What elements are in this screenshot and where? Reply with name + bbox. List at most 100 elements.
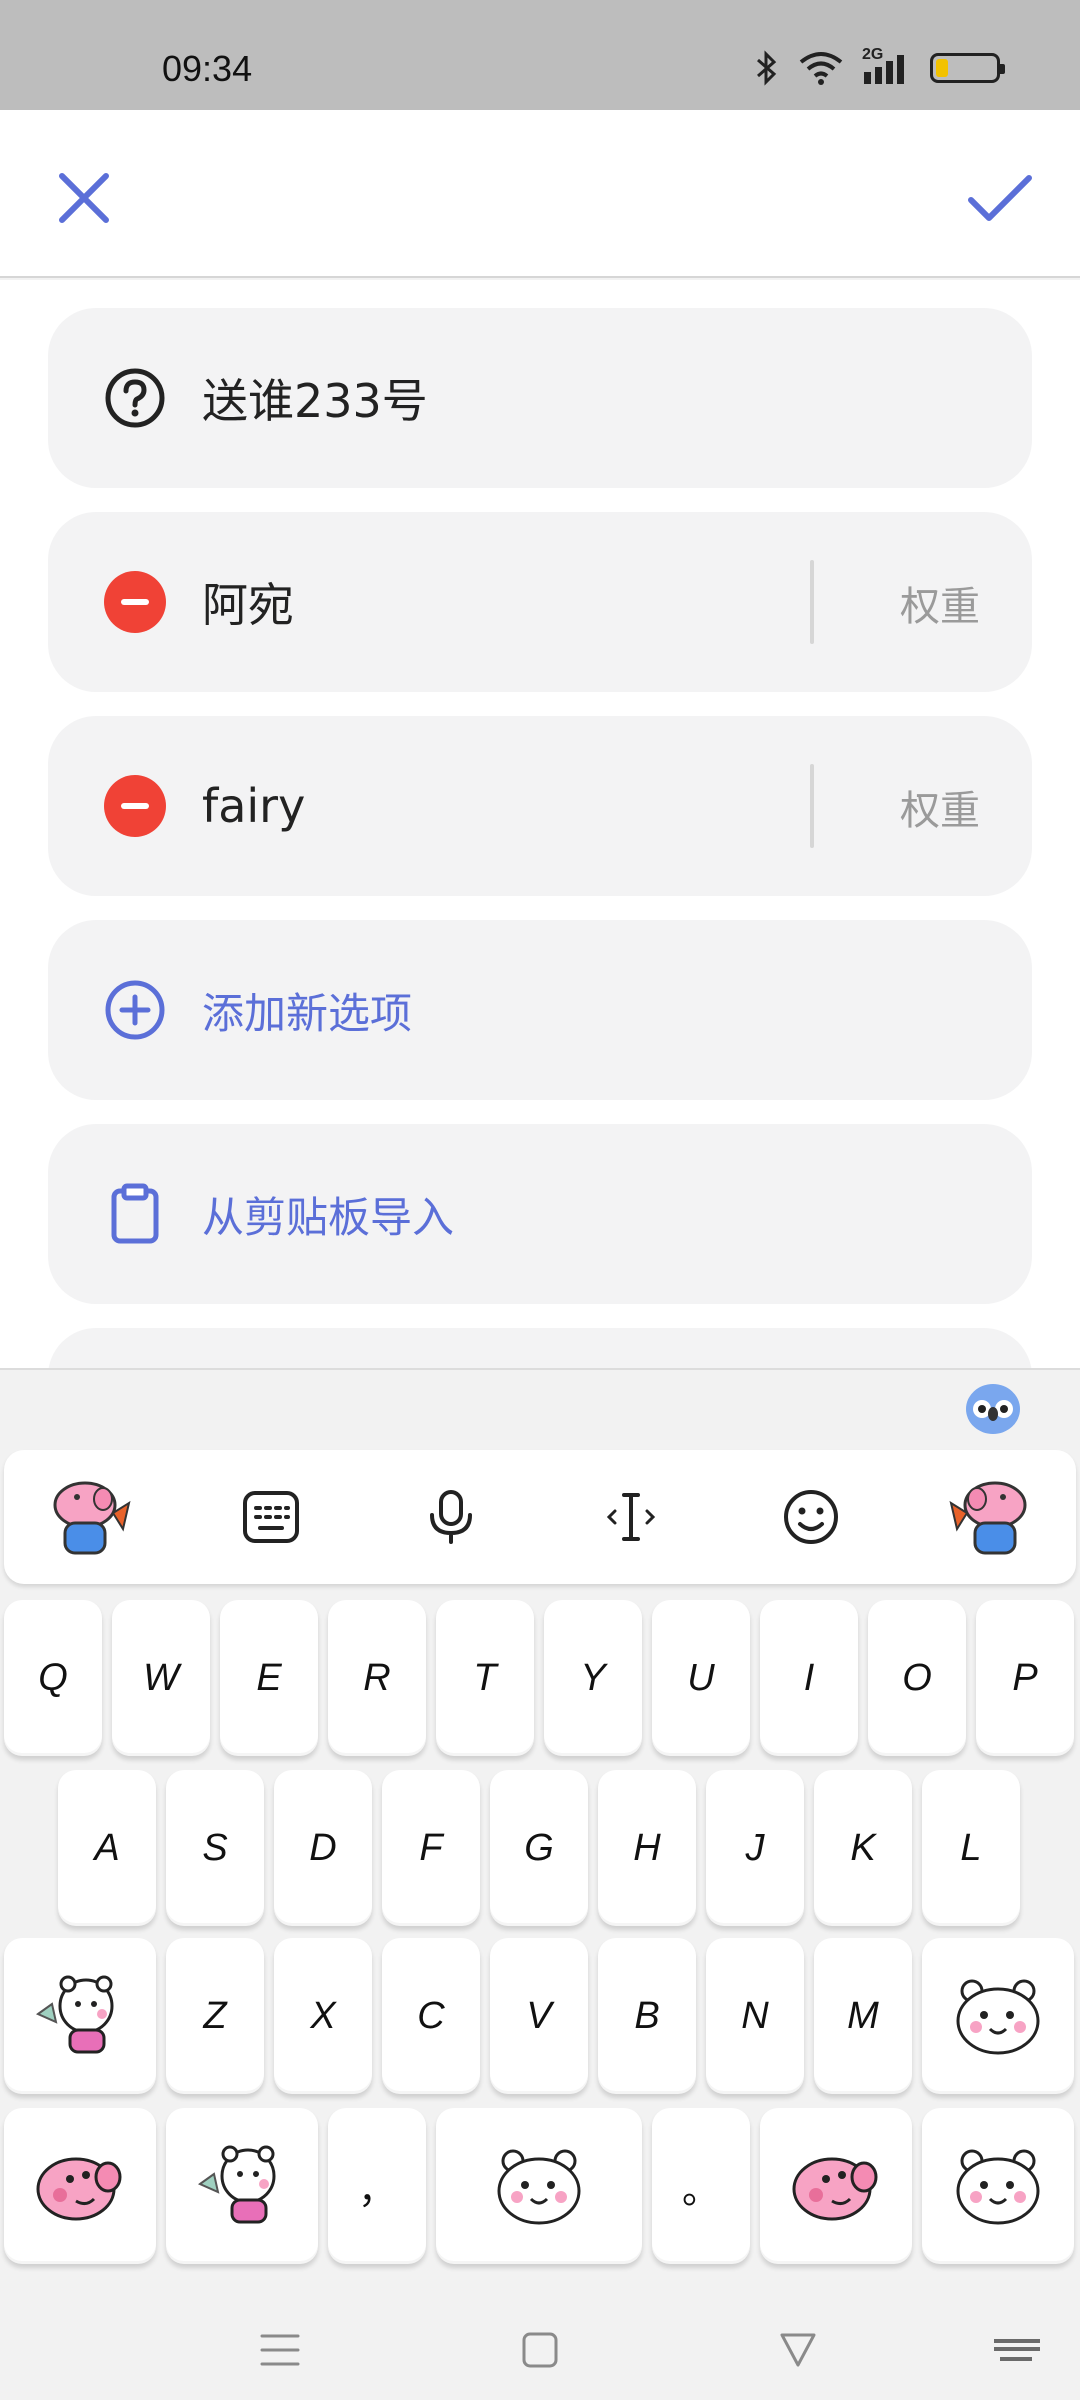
keyboard-top-strip (0, 1370, 1080, 1446)
key-e[interactable]: E (220, 1600, 318, 1756)
microphone-icon (430, 1490, 472, 1544)
key-t[interactable]: T (436, 1600, 534, 1756)
pig-face-sticker-icon (36, 2157, 122, 2221)
home-icon (522, 2332, 558, 2368)
option-label-input[interactable]: fairy (202, 779, 305, 833)
space-key[interactable] (436, 2108, 642, 2264)
app-bar (0, 110, 1080, 278)
status-bar: 09:34 2G (0, 0, 1080, 110)
list-card-partial (48, 1328, 1032, 1368)
bluetooth-icon (757, 50, 777, 86)
bear-face-sticker-icon (956, 1979, 1040, 2055)
weight-input[interactable]: 权重 (900, 574, 980, 632)
key-o[interactable]: O (868, 1600, 966, 1756)
confirm-button[interactable] (960, 162, 1040, 234)
koala-mascot-icon[interactable] (966, 1384, 1020, 1434)
key-f[interactable]: F (382, 1770, 480, 1926)
pig-sticker-icon (53, 1481, 131, 1555)
key-i[interactable]: I (760, 1600, 858, 1756)
key-comma[interactable]: ， (328, 2108, 426, 2264)
cursor-icon (606, 1493, 656, 1541)
keyboard-icon (994, 2339, 1040, 2361)
option-label-input[interactable]: 阿宛 (202, 569, 294, 635)
pig-sticker-icon (949, 1481, 1027, 1555)
key-b[interactable]: B (598, 1938, 696, 2094)
key-p[interactable]: P (976, 1600, 1074, 1756)
clipboard-icon (104, 1183, 166, 1245)
key-q[interactable]: Q (4, 1600, 102, 1756)
question-card[interactable]: 送谁233号 (48, 308, 1032, 488)
sticker-key[interactable] (760, 2108, 912, 2264)
key-l[interactable]: L (922, 1770, 1020, 1926)
check-icon (968, 175, 1032, 221)
key-period[interactable]: 。 (652, 2108, 750, 2264)
remove-circle-icon (104, 775, 166, 837)
pig-face-sticker-icon (792, 2157, 878, 2221)
bear-face-sticker-icon (956, 2149, 1040, 2225)
weight-divider (810, 560, 814, 644)
key-v[interactable]: V (490, 1938, 588, 2094)
back-icon (780, 2333, 816, 2367)
weight-divider (810, 764, 814, 848)
hide-keyboard-button[interactable] (986, 2320, 1046, 2380)
option-card: 阿宛 权重 (48, 512, 1032, 692)
remove-option-button[interactable] (104, 775, 166, 837)
bear-face-sticker-icon (497, 2149, 581, 2225)
key-j[interactable]: J (706, 1770, 804, 1926)
close-button[interactable] (48, 162, 120, 234)
emoji-button[interactable] (746, 1450, 876, 1584)
key-a[interactable]: A (58, 1770, 156, 1926)
key-r[interactable]: R (328, 1600, 426, 1756)
close-icon (59, 173, 109, 223)
voice-input-button[interactable] (386, 1450, 516, 1584)
add-circle-icon (104, 979, 166, 1041)
key-n[interactable]: N (706, 1938, 804, 2094)
menu-button[interactable] (250, 2320, 310, 2380)
signal-indicator: 2G (862, 46, 912, 86)
add-option-label: 添加新选项 (202, 988, 413, 1038)
navigation-bar (0, 2300, 1080, 2400)
keyboard-layout-button[interactable] (206, 1450, 336, 1584)
import-clipboard-button[interactable]: 从剪贴板导入 (48, 1124, 1032, 1304)
sticker-key[interactable] (922, 1938, 1074, 2094)
battery-icon (930, 53, 1005, 83)
key-s[interactable]: S (166, 1770, 264, 1926)
remove-option-button[interactable] (104, 571, 166, 633)
bear-sticker-icon (35, 1975, 114, 2054)
key-m[interactable]: M (814, 1938, 912, 2094)
key-z[interactable]: Z (166, 1938, 264, 2094)
sticker-key[interactable] (922, 2108, 1074, 2264)
cursor-move-button[interactable] (566, 1450, 696, 1584)
question-input[interactable]: 送谁233号 (202, 365, 428, 431)
weight-input[interactable]: 权重 (900, 778, 980, 836)
back-button[interactable] (768, 2320, 828, 2380)
key-w[interactable]: W (112, 1600, 210, 1756)
key-y[interactable]: Y (544, 1600, 642, 1756)
keyboard-toolbar (4, 1450, 1076, 1584)
key-d[interactable]: D (274, 1770, 372, 1926)
status-time: 09:34 (162, 48, 253, 89)
add-option-button[interactable]: 添加新选项 (48, 920, 1032, 1100)
home-button[interactable] (510, 2320, 570, 2380)
keyboard-layout-icon (243, 1491, 299, 1543)
key-u[interactable]: U (652, 1600, 750, 1756)
key-c[interactable]: C (382, 1938, 480, 2094)
bear-sticker-icon (197, 2145, 276, 2224)
key-g[interactable]: G (490, 1770, 588, 1926)
sticker-key[interactable] (4, 2108, 156, 2264)
emoji-icon (784, 1490, 838, 1544)
wifi-icon (799, 52, 843, 85)
key-x[interactable]: X (274, 1938, 372, 2094)
editor-content: 送谁233号 阿宛 权重 fairy 权重 添加新选项 从剪贴板导入 (0, 280, 1080, 1368)
sticker-key[interactable] (4, 1938, 156, 2094)
key-h[interactable]: H (598, 1770, 696, 1926)
help-circle-icon (104, 367, 166, 429)
pig-sticker-button[interactable] (24, 1450, 154, 1584)
key-k[interactable]: K (814, 1770, 912, 1926)
signal-icon (864, 55, 904, 84)
soft-keyboard: Q W E R T Y U I O P A S D F G H J K L Z … (0, 1368, 1080, 2300)
sticker-key[interactable] (166, 2108, 318, 2264)
menu-icon (260, 2334, 300, 2366)
remove-circle-icon (104, 571, 166, 633)
pig-sticker-button[interactable] (926, 1450, 1056, 1584)
